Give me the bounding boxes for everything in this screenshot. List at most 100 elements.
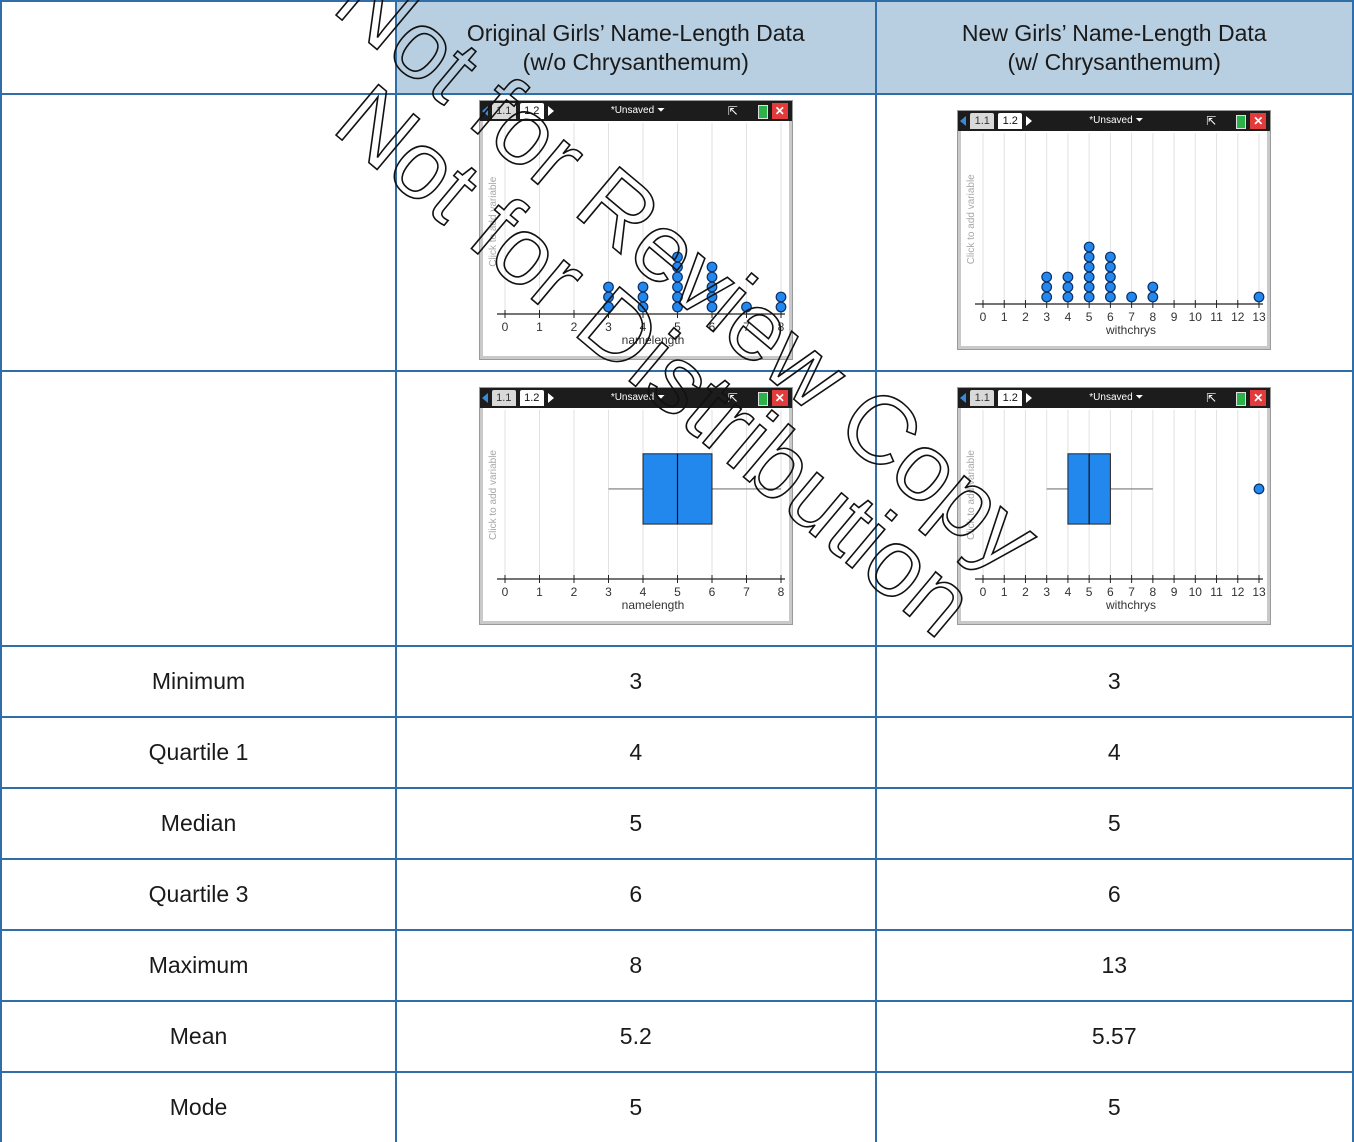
data-dot xyxy=(671,291,683,303)
data-dot xyxy=(1126,291,1138,303)
tick-label: 3 xyxy=(1044,585,1051,599)
value-new: 6 xyxy=(874,858,1354,931)
tick-label: 13 xyxy=(1253,585,1267,599)
data-dot xyxy=(671,251,683,263)
tab-left-arrow-icon xyxy=(481,106,488,116)
tick-label: 9 xyxy=(1171,310,1178,324)
statistics-table: Original Girls’ Name-Length Data (w/o Ch… xyxy=(0,0,1354,1142)
data-dot xyxy=(775,291,787,303)
tick-label: 8 xyxy=(777,585,784,599)
tick-label: 3 xyxy=(605,320,612,334)
tick-label: 11 xyxy=(1211,310,1224,324)
tick-label: 11 xyxy=(1211,585,1224,599)
tab-right-arrow-icon xyxy=(1026,393,1033,403)
value-new: 13 xyxy=(874,929,1354,1002)
plot-svg: Click to add variable 0 1 2 3 4 5 6 7 8 namelength xyxy=(488,123,787,347)
data-dot xyxy=(637,301,649,313)
tick-label: 7 xyxy=(1129,585,1136,599)
calculator-plot-area: Click to add variable 0 1 2 3 4 5 6 7 8 namelength xyxy=(482,408,789,621)
header-new-line1: New Girls’ Name-Length Data xyxy=(961,19,1267,46)
close-icon: ✕ xyxy=(771,103,788,119)
dot-plot-row: 1.1 1.2 *Unsaved ⏷ ⇱ ✕ Click to add variable 0… xyxy=(0,93,1354,372)
x-axis-label: namelength xyxy=(621,333,684,347)
data-dot xyxy=(1084,261,1095,273)
tab-left-arrow-icon xyxy=(960,116,967,126)
data-dot xyxy=(602,301,614,313)
tick-label: 4 xyxy=(639,585,646,599)
data-dot xyxy=(637,291,649,303)
row-label: Maximum xyxy=(0,929,398,1002)
tick-label: 5 xyxy=(1086,585,1093,599)
value-original: 5 xyxy=(395,787,877,860)
pointer-icon: ⇱ xyxy=(727,104,738,118)
data-dot xyxy=(1253,291,1265,303)
tab-left-arrow-icon xyxy=(960,393,967,403)
data-dot xyxy=(1105,261,1117,273)
pointer-icon: ⇱ xyxy=(727,391,738,405)
value-new: 3 xyxy=(874,645,1354,718)
add-variable-label: Click to add variable xyxy=(488,176,499,266)
data-dot xyxy=(1062,291,1074,303)
plot-svg: Click to add variable 0 1 2 3 4 5 6 7 8 namelength xyxy=(488,410,785,612)
corner-cell xyxy=(0,0,398,95)
tick-label: 0 xyxy=(980,310,987,324)
stat-row: Median 5 5 xyxy=(0,787,1354,860)
x-axis-label: withchrys xyxy=(1105,598,1156,612)
battery-icon xyxy=(1236,392,1247,406)
dot-plot-new-cell: 1.1 1.2 *Unsaved ⏷ ⇱ ✕ Click to add variable 0… xyxy=(874,93,1354,372)
box-plot-row: 1.1 1.2 *Unsaved ⏷ ⇱ ✕ Click to add variable 0… xyxy=(0,370,1354,647)
calculator-top-bar: 1.1 1.2 *Unsaved ⏷ ⇱ ✕ xyxy=(479,101,792,121)
tick-label: 6 xyxy=(1107,310,1114,324)
stat-row: Quartile 3 6 6 xyxy=(0,858,1354,931)
document-name: *Unsaved ⏷ xyxy=(610,105,665,116)
row-label: Mean xyxy=(0,1000,398,1073)
calculator-screen-box-new: 1.1 1.2 *Unsaved ⏷ ⇱ ✕ Click to add variable 0… xyxy=(957,387,1272,625)
value-original: 4 xyxy=(395,716,877,789)
tab-1-1: 1.1 xyxy=(491,390,516,406)
row-label: Minimum xyxy=(0,645,398,718)
header-original: Original Girls’ Name-Length Data (w/o Ch… xyxy=(395,0,877,95)
calculator-top-bar: 1.1 1.2 *Unsaved ⏷ ⇱ ✕ xyxy=(958,388,1271,408)
calculator-top-bar: 1.1 1.2 *Unsaved ⏷ ⇱ ✕ xyxy=(479,388,792,408)
tick-label: 5 xyxy=(1086,310,1093,324)
pointer-icon: ⇱ xyxy=(1206,391,1217,405)
close-icon: ✕ xyxy=(1250,113,1267,129)
data-dot xyxy=(1084,251,1095,263)
data-dot xyxy=(1105,291,1117,303)
value-original: 5.2 xyxy=(395,1000,877,1073)
data-dot xyxy=(671,271,683,283)
data-dot xyxy=(637,281,649,293)
tick-label: 1 xyxy=(536,320,543,334)
data-dot xyxy=(1041,271,1053,283)
tick-label: 6 xyxy=(708,585,715,599)
data-dot xyxy=(602,281,614,293)
data-dot xyxy=(1105,281,1117,293)
stat-row: Mean 5.2 5.57 xyxy=(0,1000,1354,1073)
header-original-line1: Original Girls’ Name-Length Data xyxy=(466,19,805,46)
tick-label: 3 xyxy=(1044,310,1051,324)
battery-icon xyxy=(757,392,768,406)
tick-label: 9 xyxy=(1171,585,1178,599)
dot-plot-original-cell: 1.1 1.2 *Unsaved ⏷ ⇱ ✕ Click to add variable 0… xyxy=(395,93,877,372)
calculator-screen-box-original: 1.1 1.2 *Unsaved ⏷ ⇱ ✕ Click to add variable 0… xyxy=(478,387,793,625)
value-new: 5.57 xyxy=(874,1000,1354,1073)
data-dot xyxy=(706,291,718,303)
tab-1-2: 1.2 xyxy=(519,390,544,406)
tick-label: 6 xyxy=(1107,585,1114,599)
tick-label: 1 xyxy=(1001,310,1008,324)
data-dot xyxy=(706,261,718,273)
tick-label: 5 xyxy=(674,320,681,334)
data-dot xyxy=(1105,271,1117,283)
stat-row: Mode 5 5 xyxy=(0,1071,1354,1142)
data-dot xyxy=(671,261,683,273)
tick-label: 2 xyxy=(1022,310,1029,324)
tick-label: 5 xyxy=(674,585,681,599)
tab-1-1: 1.1 xyxy=(970,390,995,406)
tick-label: 12 xyxy=(1231,310,1245,324)
stat-row: Quartile 1 4 4 xyxy=(0,716,1354,789)
tick-label: 2 xyxy=(570,320,577,334)
data-dot xyxy=(602,291,614,303)
battery-icon xyxy=(1236,115,1247,129)
row-label: Median xyxy=(0,787,398,860)
plot-svg: Click to add variable0 1 2 3 4 5 6 7 8 9 10 11 12 13w… xyxy=(966,133,1266,337)
